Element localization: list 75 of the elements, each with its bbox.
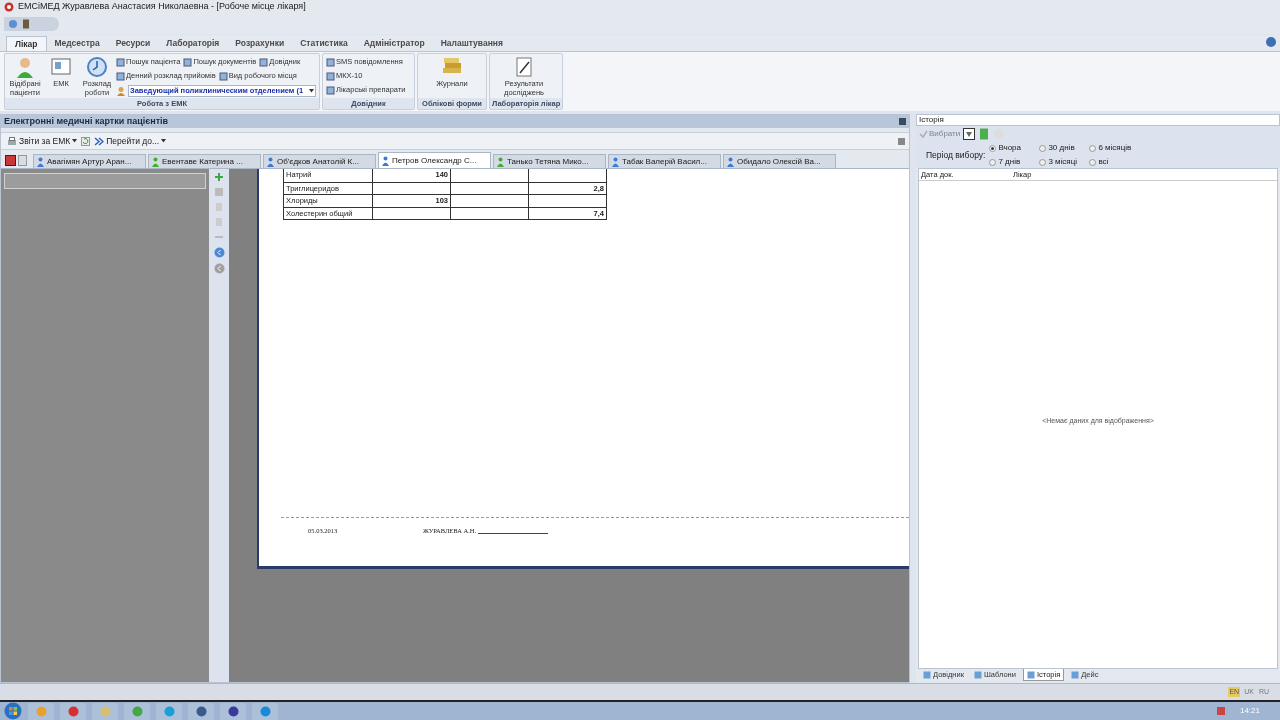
- ribbon-tab[interactable]: Розрахунки: [227, 36, 293, 51]
- windows-orb-icon: [4, 702, 22, 720]
- card-icon: [50, 56, 72, 78]
- app-icon: [35, 705, 47, 717]
- ribbon-tab[interactable]: Статистика: [292, 36, 356, 51]
- taskbar-app-button[interactable]: [60, 702, 86, 720]
- close-tab-button[interactable]: [5, 155, 16, 166]
- caret-icon: [161, 139, 167, 143]
- panel-title: Історія: [919, 114, 944, 126]
- caret-icon: [309, 88, 314, 93]
- period-radio[interactable]: 7 днів: [989, 156, 1040, 168]
- history-tool-button[interactable]: [963, 128, 976, 140]
- ribbon-tab[interactable]: Медсестра: [46, 36, 108, 51]
- check-icon: [919, 130, 928, 138]
- user-icon: [116, 85, 126, 96]
- document-icon: [183, 57, 193, 67]
- search-field[interactable]: [4, 173, 206, 189]
- tab-icon: [1071, 671, 1080, 679]
- clock: 14:21: [1239, 705, 1260, 717]
- period-label: Період вибору:: [926, 148, 986, 162]
- zoom-in-icon: [214, 172, 224, 182]
- app-icon: [227, 705, 239, 717]
- period-radio[interactable]: Вчора: [989, 142, 1040, 154]
- help-button[interactable]: [1266, 37, 1276, 47]
- ribbon-tab[interactable]: Адміністратор: [355, 36, 433, 51]
- document-icon: [259, 57, 269, 67]
- taskbar-app-button[interactable]: [220, 702, 246, 720]
- app-logo-icon: [4, 2, 14, 12]
- ribbon-tab[interactable]: Ресурси: [107, 36, 159, 51]
- patient-tab[interactable]: Авагімян Артур Аран...: [33, 154, 146, 168]
- patient-tab[interactable]: Об'єдков Анатолій К...: [263, 154, 376, 168]
- pin-button[interactable]: [897, 137, 906, 146]
- refresh-icon: [81, 136, 91, 146]
- ribbon-tab[interactable]: Налаштування: [432, 36, 511, 51]
- panel-title: Електронні медичні картки пацієнтів: [4, 114, 169, 128]
- patient-tab[interactable]: Обидало Олексій Ва...: [723, 154, 836, 168]
- period-radio[interactable]: 6 місяців: [1089, 142, 1150, 154]
- period-radio[interactable]: 30 днів: [1039, 142, 1090, 154]
- period-radio[interactable]: 3 місяці: [1039, 156, 1090, 168]
- ribbon-tab[interactable]: Лабораторія: [158, 36, 228, 51]
- chevrons-icon: [94, 136, 105, 146]
- patient-tab[interactable]: Петров Олександр С...: [378, 152, 491, 168]
- app-icon: [131, 705, 143, 717]
- side-tool-button[interactable]: [214, 172, 224, 182]
- window-title: ЕМСіМЕД Журавлева Анастасия Николаевна - [Робоче місце лікаря]: [18, 0, 306, 14]
- refresh-button[interactable]: [81, 136, 91, 146]
- tab-list-button[interactable]: [18, 155, 27, 166]
- toolbar-button[interactable]: Перейти до...: [94, 134, 167, 148]
- patient-tab[interactable]: Евентаве Катерина ...: [148, 154, 261, 168]
- tab-icon: [1026, 670, 1035, 679]
- printer-icon: [7, 136, 17, 146]
- side-tool-button[interactable]: [213, 263, 225, 274]
- tab-icon: [923, 671, 931, 679]
- side-tool-button[interactable]: [214, 202, 224, 212]
- app-icon: [67, 705, 79, 717]
- app-icon: [195, 705, 207, 717]
- app-icon: [99, 705, 111, 717]
- toolbar-button[interactable]: Звіти за ЕМК: [7, 134, 78, 148]
- ribbon-tab[interactable]: Лікар: [6, 36, 47, 51]
- taskbar-app-button[interactable]: [188, 702, 214, 720]
- notepad-icon: [513, 56, 535, 78]
- side-tool-button[interactable]: [214, 217, 224, 227]
- tab-icon: [974, 671, 982, 679]
- app-icon: [163, 705, 175, 717]
- app-icon: [259, 705, 271, 717]
- document-icon: [218, 71, 228, 81]
- patient-tab[interactable]: Табак Валерій Васил...: [608, 154, 721, 168]
- shield-icon: [963, 128, 976, 140]
- caret-icon: [72, 139, 78, 143]
- start-button[interactable]: [4, 702, 22, 720]
- doctor-icon: [14, 56, 36, 78]
- period-radio[interactable]: всі: [1089, 156, 1150, 168]
- patient-tab[interactable]: Танько Тетяна Мико...: [493, 154, 606, 168]
- side-tool-button[interactable]: [213, 247, 225, 258]
- pin-icon: [897, 137, 906, 146]
